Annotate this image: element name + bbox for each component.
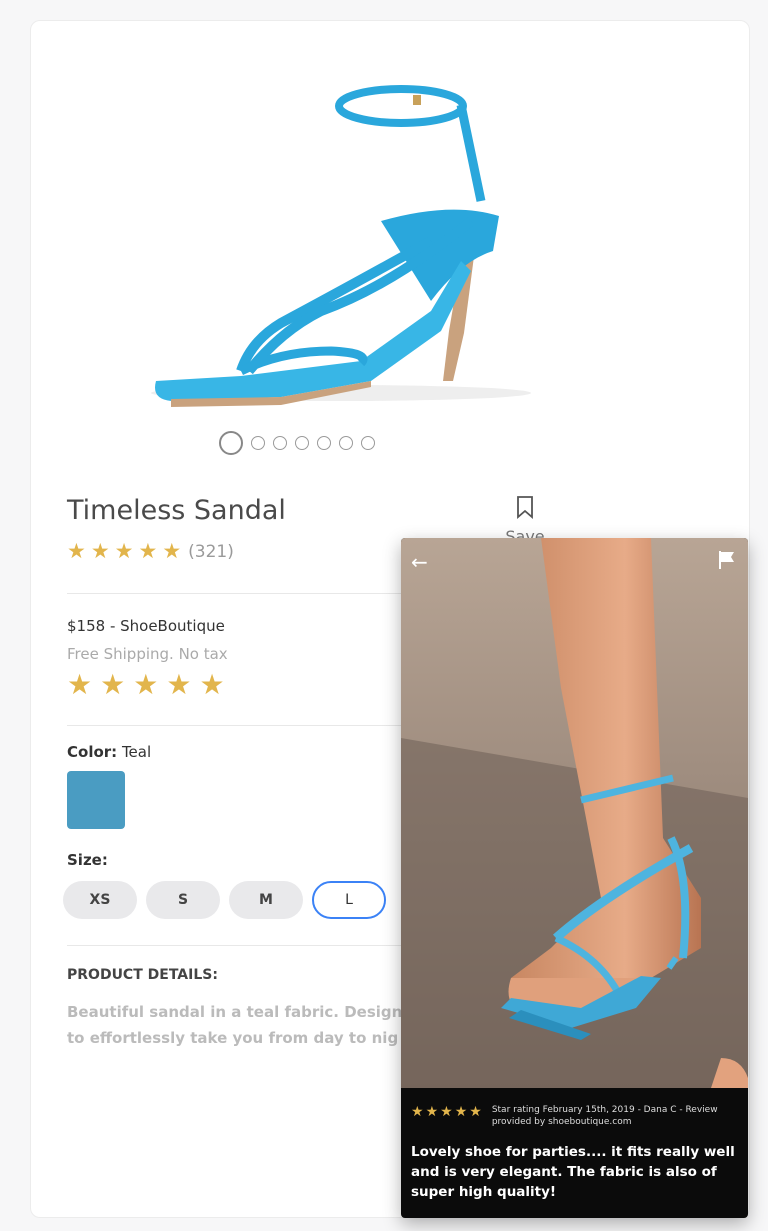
details-text: Beautiful sandal in a teal fabric. Desig… xyxy=(67,1003,403,1047)
carousel-dot[interactable] xyxy=(251,436,265,450)
review-card: ← ★ ★ ★ ★ ★ Star rating February 15th, 2019 … xyxy=(401,538,748,1218)
star-icon: ★ xyxy=(114,539,134,563)
star-icon: ★ xyxy=(67,539,86,563)
review-count[interactable]: (321) xyxy=(188,542,234,562)
price-seller: $158 - ShoeBoutique xyxy=(67,617,225,635)
product-rating: ★ ★ ★ ★ ★ (321) xyxy=(67,541,234,562)
seller-rating: ★ ★ ★ ★ ★ xyxy=(67,671,233,699)
star-icon: ★ xyxy=(166,668,192,701)
carousel-dot[interactable] xyxy=(317,436,331,450)
star-icon: ★ xyxy=(440,1104,453,1120)
star-icon: ★ xyxy=(411,1104,424,1120)
star-icon: ★ xyxy=(469,1104,482,1120)
carousel-dot[interactable] xyxy=(295,436,309,450)
carousel-dot[interactable] xyxy=(361,436,375,450)
size-option-xs[interactable]: XS xyxy=(63,881,137,919)
color-value: Teal xyxy=(121,743,152,761)
back-arrow-icon[interactable]: ← xyxy=(411,550,428,574)
color-label: Color: Teal xyxy=(67,743,151,761)
size-option-m[interactable]: M xyxy=(229,881,303,919)
star-icon: ★ xyxy=(67,668,93,701)
star-icon: ★ xyxy=(90,539,110,563)
details-heading: PRODUCT DETAILS: xyxy=(67,967,218,983)
review-stars: ★ ★ ★ ★ ★ xyxy=(411,1104,484,1128)
review-text: Lovely shoe for parties.... it fits real… xyxy=(411,1144,735,1200)
star-icon: ★ xyxy=(138,539,158,563)
star-icon: ★ xyxy=(425,1104,439,1120)
flag-icon[interactable] xyxy=(718,550,736,570)
product-title: Timeless Sandal xyxy=(67,495,286,526)
size-option-l[interactable]: L xyxy=(312,881,386,919)
product-image[interactable] xyxy=(131,61,551,421)
color-label-key: Color: xyxy=(67,743,118,761)
carousel-dot[interactable] xyxy=(219,431,243,455)
divider xyxy=(67,725,407,726)
shipping-info: Free Shipping. No tax xyxy=(67,645,228,663)
divider xyxy=(67,593,407,594)
review-info: Star rating February 15th, 2019 - Dana C… xyxy=(491,1105,718,1127)
divider xyxy=(67,945,407,946)
size-label: Size: xyxy=(67,851,108,869)
carousel-dot[interactable] xyxy=(273,436,287,450)
color-swatch-teal[interactable] xyxy=(67,771,125,829)
bookmark-icon xyxy=(517,496,533,519)
star-icon: ★ xyxy=(199,668,225,701)
star-icon: ★ xyxy=(454,1104,468,1120)
size-option-s[interactable]: S xyxy=(146,881,220,919)
review-photo[interactable] xyxy=(401,538,748,1088)
star-icon: ★ xyxy=(133,668,159,701)
carousel-dots[interactable] xyxy=(219,431,375,455)
star-icon: ★ xyxy=(100,668,126,701)
star-icon: ★ xyxy=(162,539,182,563)
size-options: XS S M L xyxy=(63,881,386,919)
carousel-dot[interactable] xyxy=(339,436,353,450)
review-meta: ★ ★ ★ ★ ★ Star rating February 15th, 2019 - … xyxy=(411,1104,722,1128)
